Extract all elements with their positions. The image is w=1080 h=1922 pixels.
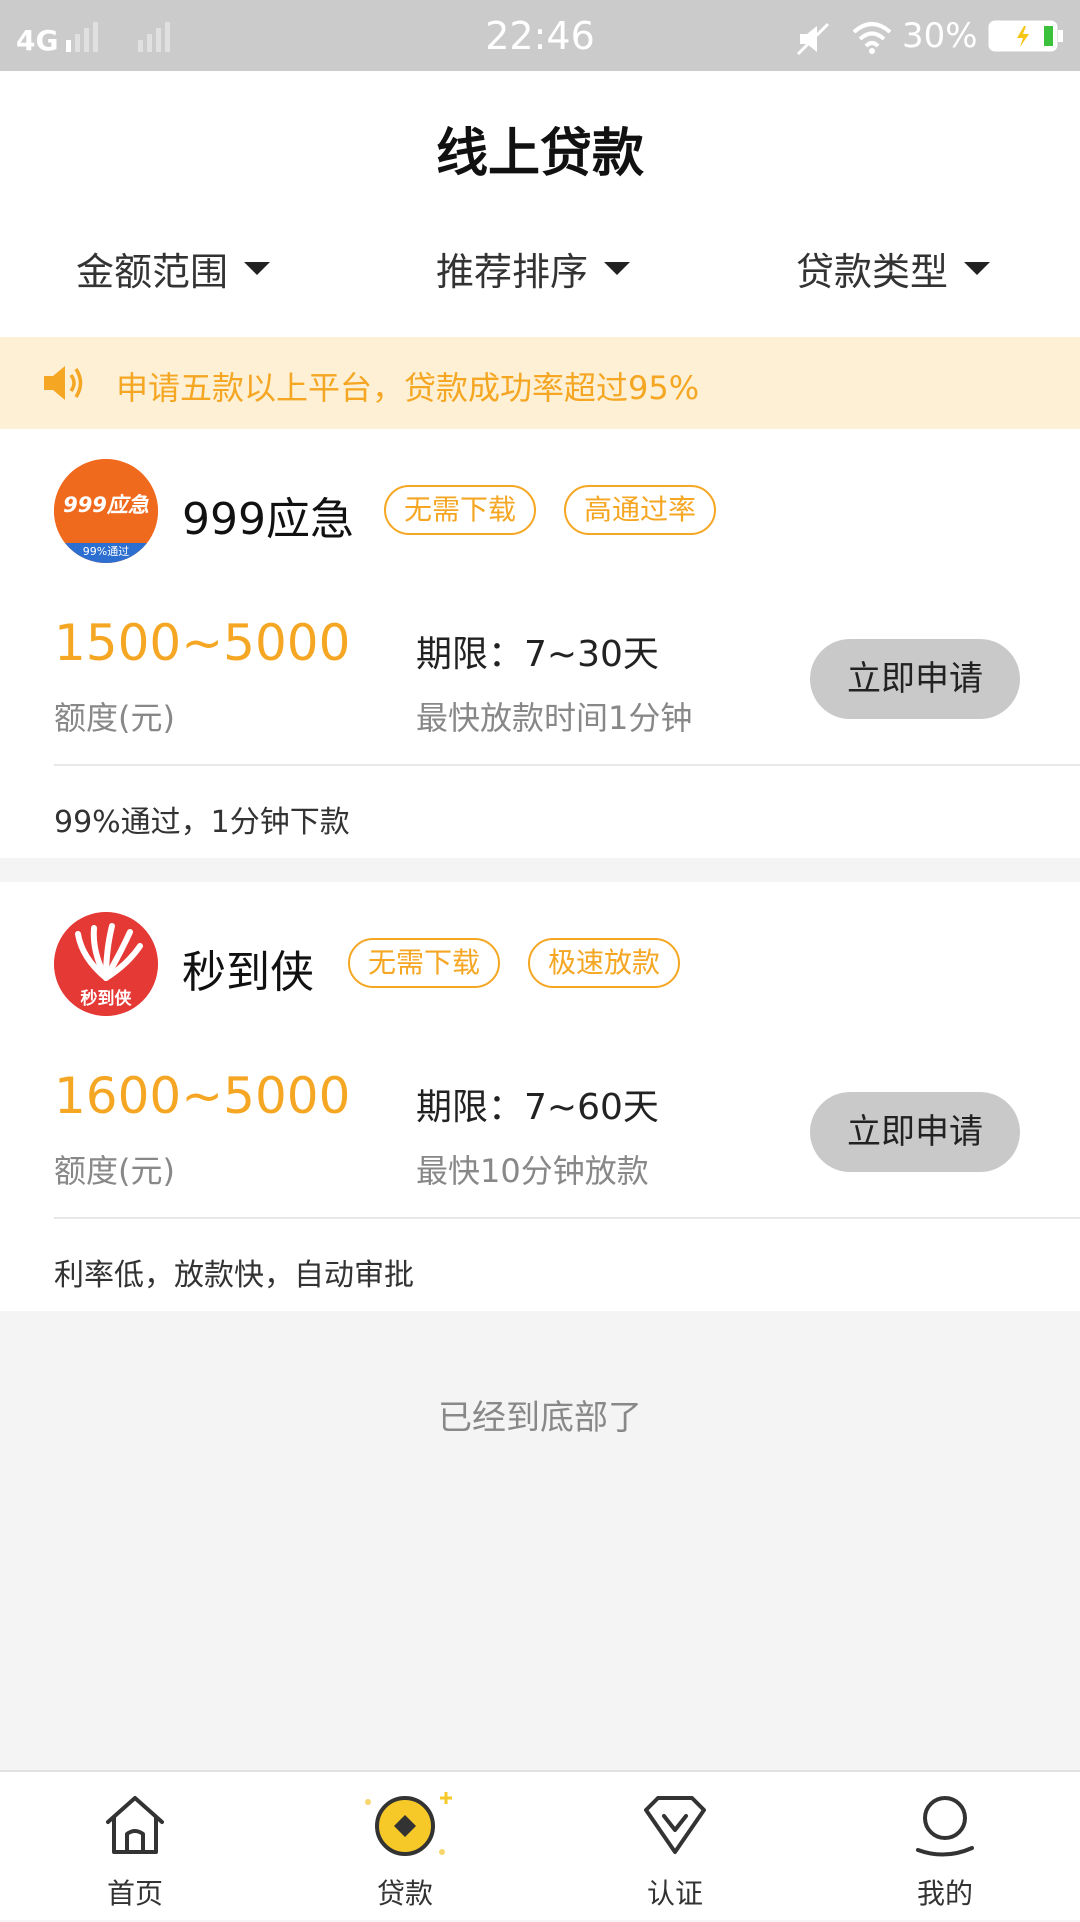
logo-text: 秒到侠 — [80, 989, 132, 1009]
nav-item-loan[interactable]: 贷款 — [270, 1772, 540, 1922]
notice-banner: 申请五款以上平台，贷款成功率超过95% — [0, 337, 1080, 429]
home-icon — [106, 1796, 164, 1854]
divider — [54, 1217, 1080, 1219]
apply-button[interactable]: 立即申请 — [810, 1092, 1020, 1172]
dropdown-triangle-icon — [244, 262, 271, 275]
nav-label: 首页 — [106, 1877, 163, 1910]
amount-label: 额度(元) — [54, 1152, 175, 1190]
battery-percent: 30% — [902, 16, 978, 56]
mute-icon — [796, 22, 830, 56]
loan-term: 期限：7~30天 — [416, 634, 659, 675]
product-card[interactable]: 999应急 99%通过 999应急 无需下载 高通过率 1500~5000 额度… — [0, 429, 1080, 858]
loan-icon — [365, 1792, 452, 1856]
product-name: 秒到侠 — [182, 947, 314, 998]
divider — [54, 764, 1080, 766]
product-desc: 利率低，放款快，自动审批 — [54, 1258, 414, 1293]
product-card[interactable]: 秒到侠 秒到侠 无需下载 极速放款 1600~5000 额度(元) 期限：7~6… — [0, 882, 1080, 1311]
filter-sort[interactable]: 推荐排序 — [436, 241, 631, 296]
product-tag: 无需下载 — [348, 938, 501, 988]
nav-label: 贷款 — [376, 1877, 433, 1910]
wifi-icon — [852, 22, 892, 54]
product-logo: 秒到侠 — [54, 912, 158, 1016]
filter-label: 推荐排序 — [436, 250, 589, 294]
amount-label: 额度(元) — [54, 699, 175, 737]
loan-term: 期限：7~60天 — [416, 1087, 659, 1128]
product-logo: 999应急 99%通过 — [54, 459, 158, 563]
nav-item-verify[interactable]: 认证 — [540, 1772, 810, 1922]
notice-text: 申请五款以上平台，贷款成功率超过95% — [116, 369, 700, 407]
product-tag: 无需下载 — [384, 485, 537, 535]
dropdown-triangle-icon — [604, 262, 631, 275]
product-name: 999应急 — [182, 494, 354, 545]
end-of-list-text: 已经到底部了 — [438, 1398, 642, 1438]
loan-term-desc: 最快10分钟放款 — [416, 1152, 649, 1190]
apply-button[interactable]: 立即申请 — [810, 639, 1020, 719]
loan-amount: 1600~5000 — [54, 1067, 351, 1125]
page-title: 线上贷款 — [435, 124, 644, 184]
status-bar: 4G 22:46 30% — [0, 0, 1080, 71]
product-tag: 高通过率 — [564, 485, 717, 535]
nav-label: 我的 — [916, 1877, 973, 1910]
product-desc: 99%通过，1分钟下款 — [54, 805, 350, 840]
header: 线上贷款 金额范围 推荐排序 贷款类型 — [0, 71, 1080, 337]
profile-icon — [916, 1796, 974, 1857]
loan-term-desc: 最快放款时间1分钟 — [416, 699, 693, 737]
logo-subtext: 99%通过 — [82, 545, 130, 558]
product-tag: 极速放款 — [528, 938, 681, 988]
bottom-nav: 首页 贷款 认证 我的 — [0, 1770, 1080, 1920]
speaker-icon — [44, 366, 83, 400]
filter-loan-type[interactable]: 贷款类型 — [796, 241, 991, 296]
dropdown-triangle-icon — [964, 262, 991, 275]
logo-text: 999应急 — [63, 493, 149, 517]
battery-icon — [988, 20, 1063, 52]
nav-item-profile[interactable]: 我的 — [810, 1772, 1080, 1922]
filter-amount-range[interactable]: 金额范围 — [76, 241, 271, 296]
nav-label: 认证 — [646, 1877, 703, 1910]
nav-item-home[interactable]: 首页 — [0, 1772, 270, 1922]
loan-amount: 1500~5000 — [54, 614, 351, 672]
filter-label: 金额范围 — [76, 250, 229, 294]
verify-icon — [644, 1796, 706, 1854]
filter-label: 贷款类型 — [796, 250, 949, 294]
